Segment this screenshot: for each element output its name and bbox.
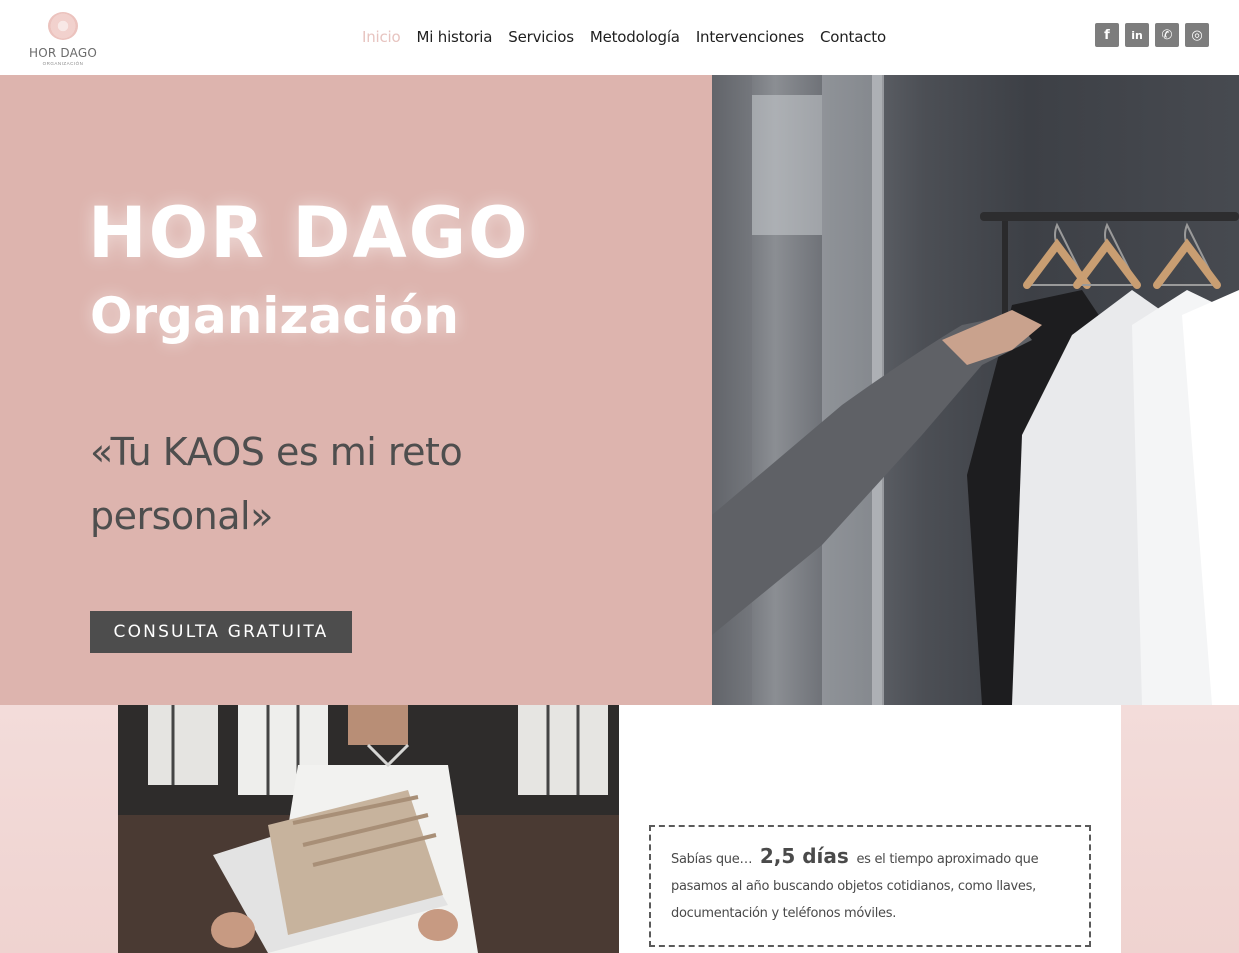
fact-prefix: Sabías que… [671, 852, 753, 867]
clothes-rack-illustration [712, 75, 1239, 705]
nav-item-inicio[interactable]: Inicio [362, 26, 401, 48]
bottom-right-panel [1121, 705, 1239, 953]
logo-tagline: ORGANIZACIÓN [42, 61, 84, 66]
hero-subtitle: Organización [90, 287, 459, 345]
nav-item-metodologia[interactable]: Metodología [590, 26, 680, 48]
whatsapp-icon[interactable]: ✆ [1155, 23, 1179, 47]
instagram-icon[interactable]: ◎ [1185, 23, 1209, 47]
nav-item-mi-historia[interactable]: Mi historia [417, 26, 493, 48]
organizer-photo [118, 705, 619, 953]
nav-item-intervenciones[interactable]: Intervenciones [696, 26, 804, 48]
nav-item-servicios[interactable]: Servicios [508, 26, 574, 48]
logo-name: HOR DAGO [29, 46, 97, 60]
organizer-holding-basket-illustration [118, 705, 619, 953]
site-logo[interactable]: HOR DAGO ORGANIZACIÓN [28, 10, 98, 68]
fact-box: Sabías que… 2,5 días es el tiempo aproxi… [649, 825, 1091, 947]
consulta-gratuita-button[interactable]: CONSULTA GRATUITA [90, 611, 352, 653]
site-header: HOR DAGO ORGANIZACIÓN Inicio Mi historia… [0, 0, 1239, 75]
main-nav: Inicio Mi historia Servicios Metodología… [362, 26, 902, 48]
facebook-icon[interactable]: f [1095, 23, 1119, 47]
hero-title: HOR DAGO [88, 192, 530, 274]
linkedin-icon[interactable]: in [1125, 23, 1149, 47]
hero-photo-clothes-rack [712, 75, 1239, 705]
nav-item-contacto[interactable]: Contacto [820, 26, 886, 48]
hero-quote: «Tu KAOS es mi reto personal» [90, 430, 463, 538]
bottom-left-panel [0, 705, 118, 953]
fact-highlight: 2,5 días [759, 844, 849, 868]
logo-flower-icon [48, 12, 78, 40]
